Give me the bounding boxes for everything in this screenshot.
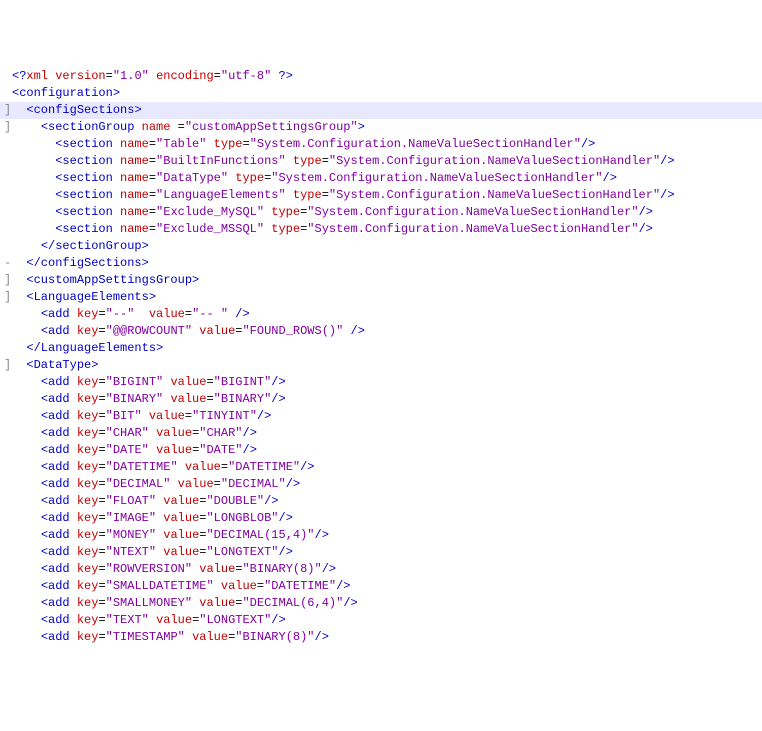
code-line: <add key="ROWVERSION" value="BINARY(8)"/… — [0, 561, 762, 578]
code-line: <add key="SMALLDATETIME" value="DATETIME… — [0, 578, 762, 595]
code-line: <section name="Table" type="System.Confi… — [0, 136, 762, 153]
code-line: <add key="BIGINT" value="BIGINT"/> — [0, 374, 762, 391]
code-line: ] <customAppSettingsGroup> — [0, 272, 762, 289]
code-line: <add key="DATE" value="DATE"/> — [0, 442, 762, 459]
code-line: <add key="NTEXT" value="LONGTEXT"/> — [0, 544, 762, 561]
code-line: ] <configSections> — [0, 102, 762, 119]
code-line: <add key="IMAGE" value="LONGBLOB"/> — [0, 510, 762, 527]
code-line: ] <sectionGroup name ="customAppSettings… — [0, 119, 762, 136]
code-line: <section name="Exclude_MySQL" type="Syst… — [0, 204, 762, 221]
code-line: ] <LanguageElements> — [0, 289, 762, 306]
code-line: <add key="--" value="-- " /> — [0, 306, 762, 323]
code-line: - </configSections> — [0, 255, 762, 272]
code-line: <section name="BuiltInFunctions" type="S… — [0, 153, 762, 170]
code-line: <add key="SMALLMONEY" value="DECIMAL(6,4… — [0, 595, 762, 612]
code-line: <add key="MONEY" value="DECIMAL(15,4)"/> — [0, 527, 762, 544]
code-line: <add key="DECIMAL" value="DECIMAL"/> — [0, 476, 762, 493]
code-line: <add key="BINARY" value="BINARY"/> — [0, 391, 762, 408]
code-line: <add key="BIT" value="TINYINT"/> — [0, 408, 762, 425]
code-line: <section name="DataType" type="System.Co… — [0, 170, 762, 187]
code-line: <add key="FLOAT" value="DOUBLE"/> — [0, 493, 762, 510]
code-line: ] <DataType> — [0, 357, 762, 374]
code-line: <add key="TEXT" value="LONGTEXT"/> — [0, 612, 762, 629]
code-line: <?xml version="1.0" encoding="utf-8" ?> — [0, 68, 762, 85]
code-line: <add key="DATETIME" value="DATETIME"/> — [0, 459, 762, 476]
code-line: <section name="LanguageElements" type="S… — [0, 187, 762, 204]
code-line: </sectionGroup> — [0, 238, 762, 255]
code-line: <add key="@@ROWCOUNT" value="FOUND_ROWS(… — [0, 323, 762, 340]
xml-code-view: <?xml version="1.0" encoding="utf-8" ?><… — [0, 68, 762, 646]
code-line: <configuration> — [0, 85, 762, 102]
code-line: </LanguageElements> — [0, 340, 762, 357]
code-line: <add key="TIMESTAMP" value="BINARY(8)"/> — [0, 629, 762, 646]
code-line: <section name="Exclude_MSSQL" type="Syst… — [0, 221, 762, 238]
code-line: <add key="CHAR" value="CHAR"/> — [0, 425, 762, 442]
